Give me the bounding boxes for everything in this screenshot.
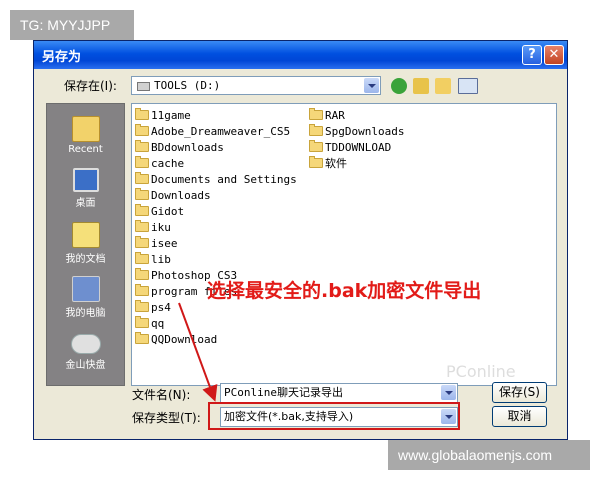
- ghost-watermark: PConline: [446, 362, 516, 381]
- save-in-label: 保存在(I):: [64, 79, 117, 93]
- filename-input[interactable]: PConline聊天记录导出: [220, 383, 458, 403]
- folder-icon: [135, 268, 149, 280]
- close-button[interactable]: ✕: [544, 45, 564, 65]
- kuaipan-icon: [70, 334, 101, 354]
- folder-icon: [309, 156, 323, 168]
- place-kuaipan[interactable]: 金山快盘: [47, 330, 124, 371]
- folder-icon: [309, 108, 323, 120]
- folder-icon: [135, 220, 149, 232]
- list-item[interactable]: qq: [135, 316, 164, 332]
- watermark-top-left: TG: MYYJJPP: [10, 10, 134, 40]
- folder-icon: [135, 252, 149, 264]
- folder-icon: [135, 124, 149, 136]
- drive-icon: [137, 82, 150, 91]
- title-bar: 另存为 ? ✕: [34, 41, 567, 69]
- list-item[interactable]: ps4: [135, 300, 171, 316]
- folder-icon: [135, 156, 149, 168]
- list-item[interactable]: Gidot: [135, 204, 184, 220]
- folder-icon: [135, 204, 149, 216]
- back-icon[interactable]: [391, 78, 407, 94]
- folder-icon: [135, 284, 149, 296]
- list-item[interactable]: SpgDownloads: [309, 124, 404, 140]
- place-label: 我的文档: [65, 254, 106, 265]
- list-item[interactable]: 软件: [309, 156, 347, 172]
- watermark-bottom-right: www.globalaomenjs.com: [388, 440, 590, 470]
- places-bar: Recent 桌面 我的文档 我的电脑 金山快盘: [46, 103, 125, 386]
- my-computer-icon: [71, 276, 100, 302]
- list-item[interactable]: iku: [135, 220, 171, 236]
- folder-icon: [135, 332, 149, 344]
- view-menu-icon[interactable]: [458, 78, 478, 94]
- folder-icon: [309, 140, 323, 152]
- folder-icon: [135, 140, 149, 152]
- list-item[interactable]: isee: [135, 236, 178, 252]
- dialog-title: 另存为: [42, 50, 82, 65]
- filename-label: 文件名(N):: [132, 388, 191, 402]
- new-folder-icon[interactable]: [435, 78, 451, 94]
- list-item[interactable]: TDDOWNLOAD: [309, 140, 391, 156]
- place-desktop[interactable]: 桌面: [47, 168, 124, 209]
- list-item[interactable]: Downloads: [135, 188, 211, 204]
- my-documents-icon: [71, 222, 100, 248]
- filename-value: PConline聊天记录导出: [224, 386, 343, 399]
- desktop-icon: [72, 168, 99, 192]
- place-label: 金山快盘: [65, 360, 106, 371]
- up-folder-icon[interactable]: [413, 78, 429, 94]
- place-my-computer[interactable]: 我的电脑: [47, 276, 124, 319]
- filetype-highlight-box: [208, 402, 460, 430]
- folder-icon: [135, 316, 149, 328]
- recent-icon: [71, 116, 100, 142]
- place-recent[interactable]: Recent: [47, 116, 124, 155]
- folder-icon: [135, 172, 149, 184]
- folder-icon: [135, 236, 149, 248]
- list-item[interactable]: RAR: [309, 108, 345, 124]
- folder-icon: [135, 188, 149, 200]
- annotation-text: 选择最安全的.bak加密文件导出: [207, 280, 482, 302]
- help-button[interactable]: ?: [522, 45, 542, 65]
- folder-icon: [309, 124, 323, 136]
- chevron-down-icon[interactable]: [364, 78, 379, 93]
- place-my-documents[interactable]: 我的文档: [47, 222, 124, 265]
- filetype-label: 保存类型(T):: [132, 411, 201, 425]
- list-item[interactable]: Documents and Settings: [135, 172, 297, 188]
- folder-icon: [135, 300, 149, 312]
- folder-icon: [135, 108, 149, 120]
- list-item[interactable]: Adobe_Dreamweaver_CS5: [135, 124, 290, 140]
- file-list[interactable]: 11game Adobe_Dreamweaver_CS5 BDdownloads…: [131, 103, 557, 386]
- list-item[interactable]: lib: [135, 252, 171, 268]
- save-in-dropdown[interactable]: TOOLS (D:): [131, 76, 381, 95]
- list-item[interactable]: QQDownload: [135, 332, 217, 348]
- place-label: 我的电脑: [65, 308, 106, 319]
- list-item[interactable]: 11game: [135, 108, 191, 124]
- list-item[interactable]: BDdownloads: [135, 140, 224, 156]
- place-label: 桌面: [75, 198, 96, 209]
- place-label: Recent: [68, 144, 103, 155]
- list-item[interactable]: cache: [135, 156, 184, 172]
- save-in-value: TOOLS (D:): [154, 79, 221, 92]
